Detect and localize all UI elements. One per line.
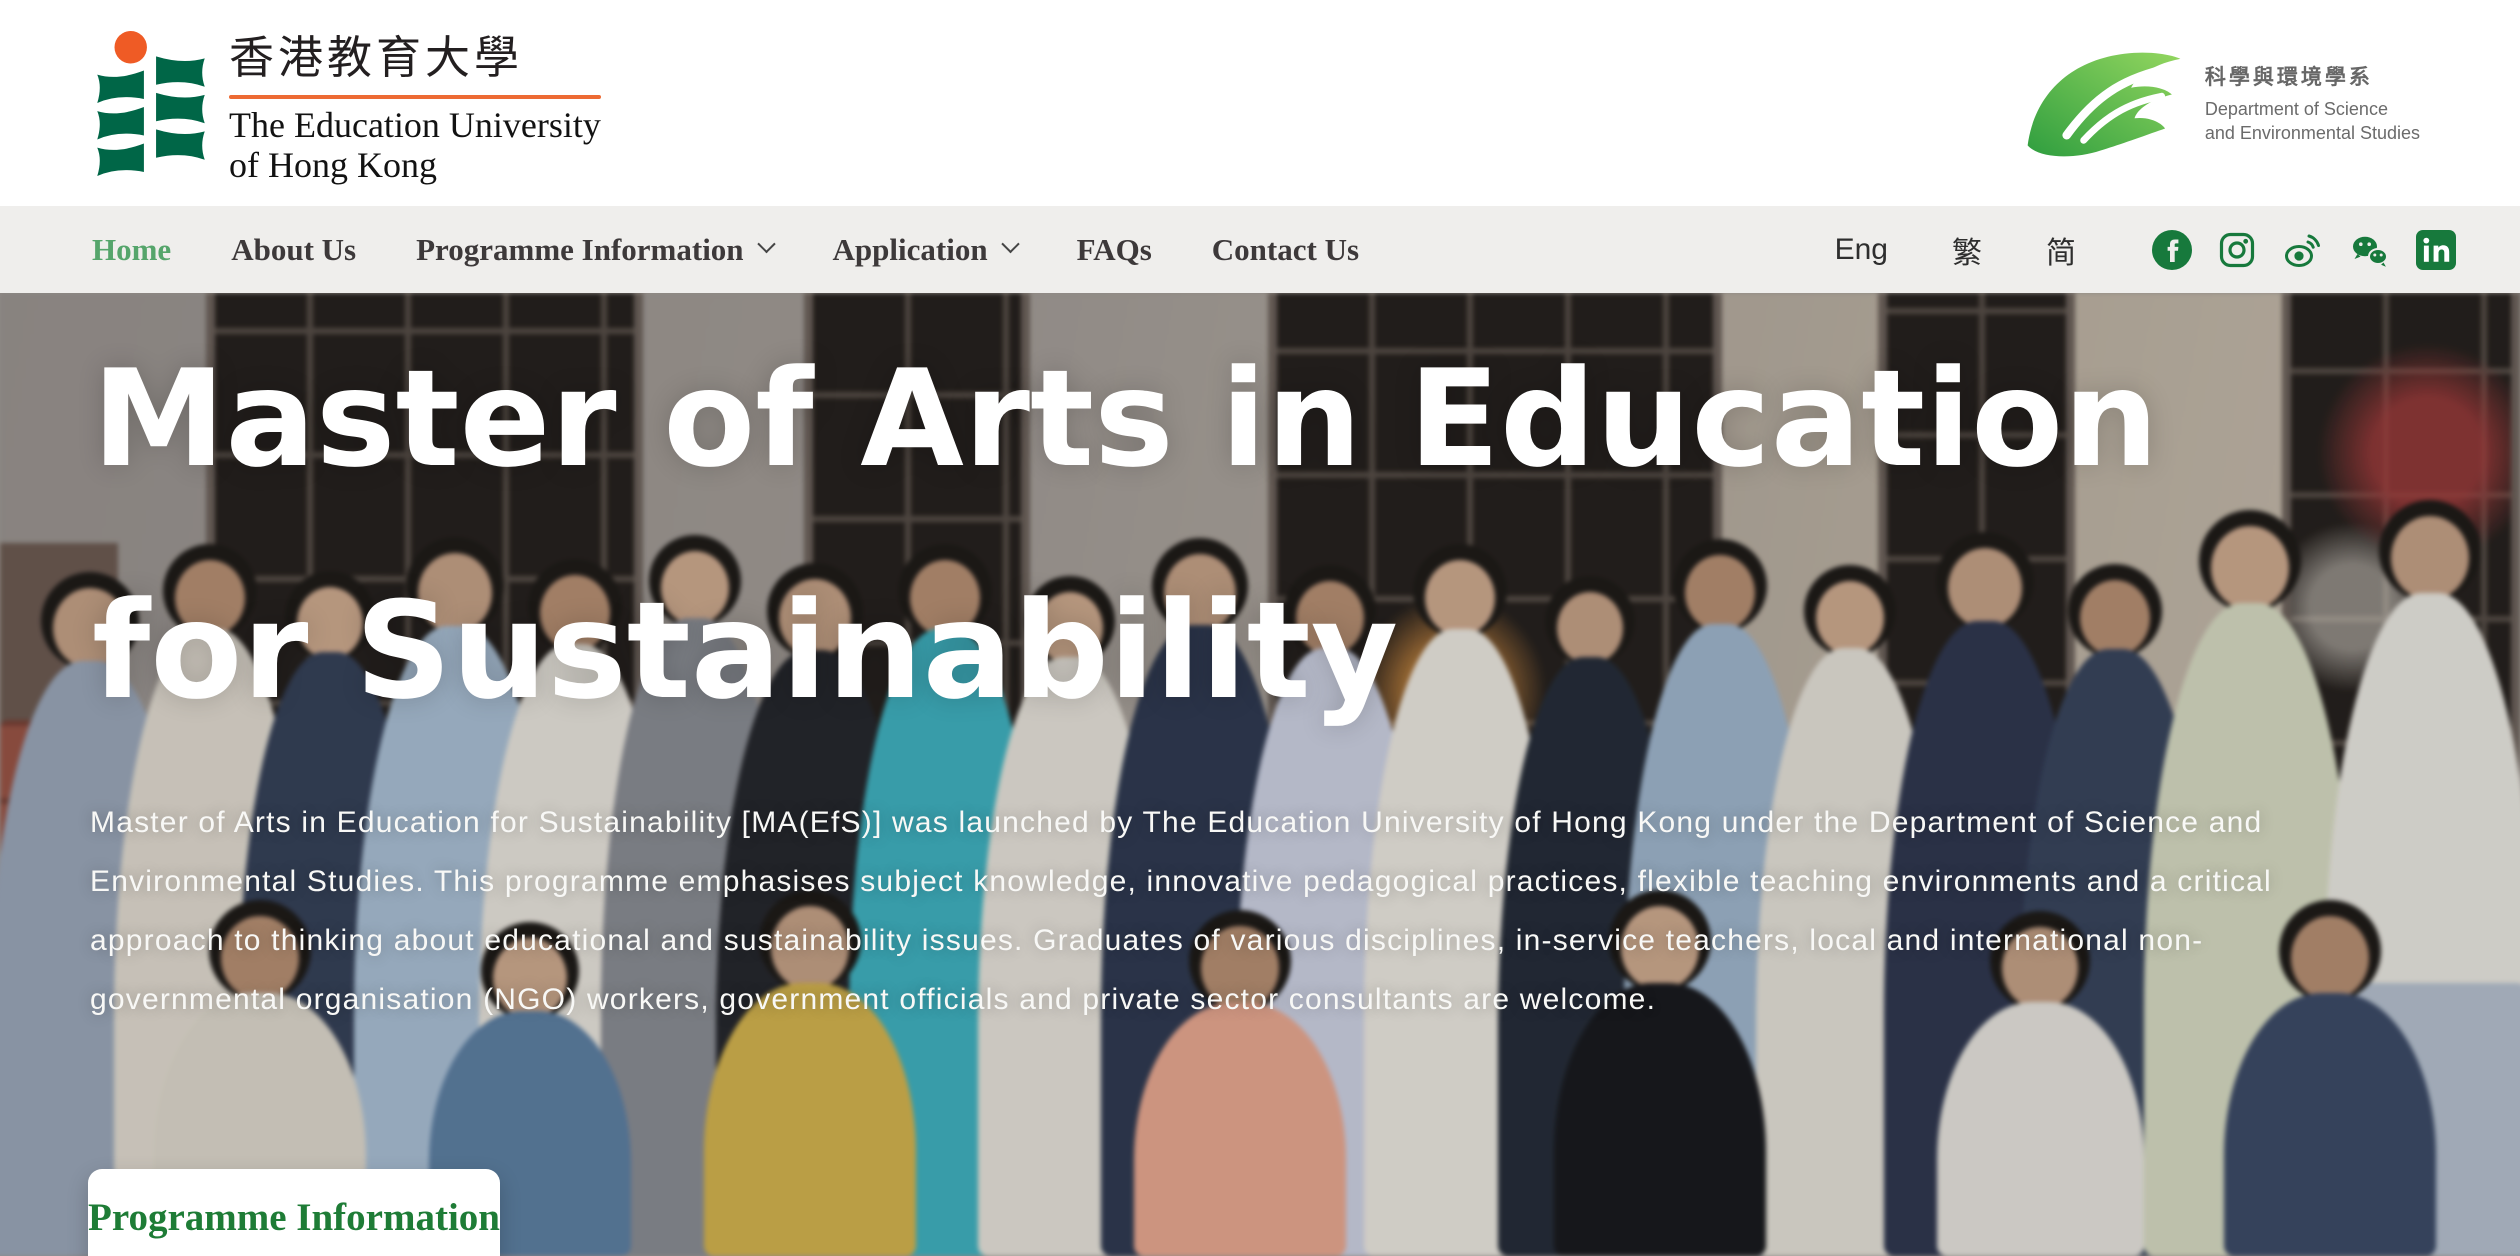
main-nav: Home About Us Programme Information Appl…: [0, 206, 2520, 293]
hero-title: Master of Arts in Education for Sustaina…: [92, 303, 2159, 767]
hero-description: Master of Arts in Education for Sustaina…: [90, 793, 2300, 1029]
instagram-icon[interactable]: [2217, 230, 2257, 270]
hero-title-line-2: for Sustainability: [92, 535, 2159, 767]
hero-title-line-1: Master of Arts in Education: [92, 303, 2159, 535]
site-header: 香港教育大學 The Education University of Hong …: [0, 0, 2520, 206]
language-traditional-chinese[interactable]: 繁: [1952, 228, 1982, 272]
language-simplified-chinese[interactable]: 简: [2046, 228, 2076, 272]
eduhk-logo-icon: [95, 30, 207, 176]
nav-item-programme-information[interactable]: Programme Information: [416, 232, 772, 268]
weibo-icon[interactable]: [2282, 230, 2324, 270]
hero-content: Master of Arts in Education for Sustaina…: [0, 293, 2520, 1256]
programme-information-button[interactable]: Programme Information: [88, 1169, 500, 1256]
language-eng[interactable]: Eng: [1835, 233, 1888, 267]
social-links: [2152, 230, 2456, 270]
dept-logo[interactable]: 科學與環境學系 Department of Science and Enviro…: [2019, 47, 2420, 159]
wechat-icon[interactable]: [2349, 230, 2391, 270]
linkedin-icon[interactable]: [2416, 230, 2456, 270]
dept-logo-chinese: 科學與環境學系: [2205, 61, 2420, 91]
nav-item-about-us[interactable]: About Us: [231, 232, 356, 268]
dept-logo-icon: [2019, 47, 2189, 159]
nav-item-faqs[interactable]: FAQs: [1077, 232, 1152, 268]
eduhk-logo[interactable]: 香港教育大學 The Education University of Hong …: [95, 21, 601, 185]
nav-right: Eng 繁 简: [1835, 228, 2456, 272]
eduhk-logo-divider: [229, 95, 601, 99]
facebook-icon[interactable]: [2152, 230, 2192, 270]
chevron-down-icon: [757, 235, 775, 253]
eduhk-logo-chinese: 香港教育大學: [229, 21, 601, 86]
nav-links: Home About Us Programme Information Appl…: [92, 232, 1359, 268]
hero-section: Master of Arts in Education for Sustaina…: [0, 293, 2520, 1256]
dept-logo-english: Department of Science and Environmental …: [2205, 98, 2420, 145]
nav-item-application[interactable]: Application: [833, 232, 1017, 268]
nav-item-home[interactable]: Home: [92, 232, 171, 268]
eduhk-logo-english: The Education University of Hong Kong: [229, 106, 601, 185]
chevron-down-icon: [1001, 235, 1019, 253]
nav-item-contact-us[interactable]: Contact Us: [1212, 232, 1359, 268]
